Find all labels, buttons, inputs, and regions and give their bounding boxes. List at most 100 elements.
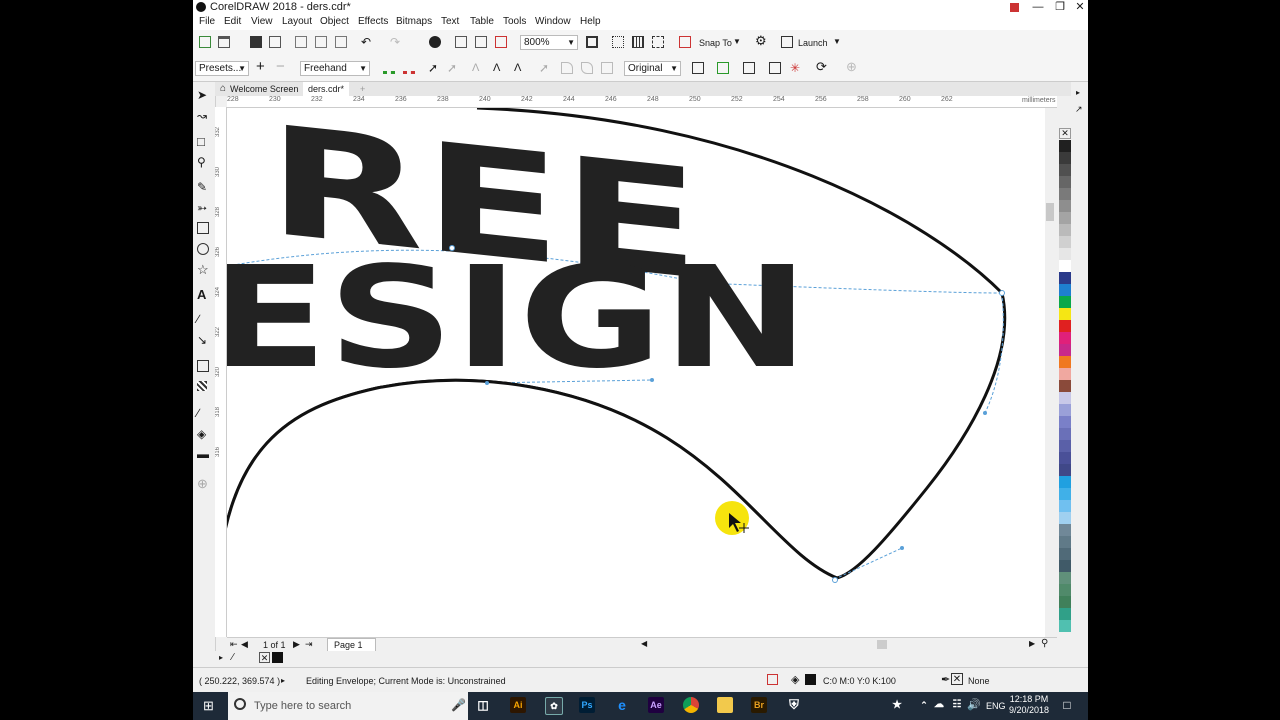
scroll-thumb[interactable] bbox=[1046, 203, 1054, 221]
color-swatch[interactable] bbox=[1059, 164, 1071, 176]
chevron-down-icon[interactable]: ▼ bbox=[833, 37, 841, 46]
color-swatch[interactable] bbox=[1059, 536, 1071, 548]
edge-icon[interactable]: e bbox=[614, 697, 630, 713]
windows-start-icon[interactable]: ⊞ bbox=[203, 699, 216, 712]
color-swatch[interactable] bbox=[1059, 440, 1071, 452]
undo-icon[interactable]: ↶ bbox=[361, 35, 373, 49]
envelope-unconstrained-icon[interactable] bbox=[601, 62, 613, 74]
color-swatch[interactable] bbox=[1059, 416, 1071, 428]
new-tab-icon[interactable]: + bbox=[355, 82, 370, 96]
first-page-icon[interactable]: ⇤ bbox=[230, 639, 238, 650]
color-swatch[interactable] bbox=[1059, 428, 1071, 440]
photoshop-icon[interactable]: Ps bbox=[579, 697, 595, 713]
color-swatch[interactable] bbox=[1059, 572, 1071, 584]
menu-file[interactable]: File bbox=[199, 16, 215, 27]
color-swatch[interactable] bbox=[1059, 356, 1071, 368]
color-swatch[interactable] bbox=[1059, 212, 1071, 224]
bridge-icon[interactable]: Br bbox=[751, 697, 767, 713]
color-swatch[interactable] bbox=[1059, 260, 1071, 272]
pin-icon[interactable]: ↗ bbox=[1075, 104, 1083, 115]
envelope-double-arc-icon[interactable] bbox=[581, 62, 593, 74]
horizontal-scroll-thumb[interactable] bbox=[877, 640, 887, 649]
color-swatch[interactable] bbox=[1059, 476, 1071, 488]
color-swatch[interactable] bbox=[1059, 512, 1071, 524]
artwork-text-bottom[interactable]: ESIGN bbox=[227, 237, 809, 400]
smart-fill-icon[interactable]: ▬ bbox=[197, 447, 211, 461]
polygon-tool-icon[interactable]: ☆ bbox=[197, 262, 211, 277]
pick-tool-icon[interactable]: ➤ bbox=[197, 88, 211, 102]
prev-page-icon[interactable]: ◀ bbox=[241, 639, 248, 650]
tab-welcome-screen[interactable]: Welcome Screen bbox=[225, 82, 303, 96]
show-grid-icon[interactable] bbox=[632, 36, 644, 48]
menu-bitmaps[interactable]: Bitmaps bbox=[396, 16, 432, 27]
scroll-left-icon[interactable]: ◀ bbox=[641, 639, 647, 648]
export-icon[interactable] bbox=[475, 36, 487, 48]
menu-effects[interactable]: Effects bbox=[358, 16, 388, 27]
interactive-fill-icon[interactable]: ◈ bbox=[197, 427, 211, 441]
color-swatch[interactable] bbox=[1059, 344, 1071, 356]
color-swatch[interactable] bbox=[1059, 188, 1071, 200]
people-icon[interactable]: ★ bbox=[889, 697, 905, 713]
menu-object[interactable]: Object bbox=[320, 16, 349, 27]
last-page-icon[interactable]: ⇥ bbox=[305, 639, 313, 650]
text-tool-icon[interactable]: A bbox=[197, 287, 211, 302]
add-icon[interactable]: ⊕ bbox=[846, 60, 858, 73]
outline-pen-icon[interactable]: ✒ bbox=[941, 673, 950, 686]
show-guidelines-icon[interactable] bbox=[652, 36, 664, 48]
color-swatch[interactable] bbox=[1059, 596, 1071, 608]
zoom-navigator-icon[interactable]: ⚲ bbox=[1041, 638, 1048, 649]
copy-envelope-icon[interactable] bbox=[769, 62, 781, 74]
clear-envelope-icon[interactable]: ✳ bbox=[790, 62, 802, 74]
menu-edit[interactable]: Edit bbox=[224, 16, 241, 27]
eyedropper-icon[interactable]: ∕ bbox=[232, 652, 234, 663]
control-handle[interactable] bbox=[650, 378, 654, 382]
control-handle[interactable] bbox=[900, 546, 904, 550]
import-icon[interactable] bbox=[455, 36, 467, 48]
vertical-scrollbar[interactable] bbox=[1045, 108, 1055, 637]
security-shield-icon[interactable]: ⛨ bbox=[786, 697, 802, 713]
options-gear-icon[interactable]: ⚙ bbox=[755, 34, 767, 47]
scroll-right-icon[interactable]: ▶ bbox=[1029, 639, 1035, 648]
zoom-level-dropdown[interactable]: 800% ▼ bbox=[520, 35, 578, 50]
snap-to-icon[interactable] bbox=[679, 36, 691, 48]
notifications-icon[interactable]: □ bbox=[1059, 697, 1075, 713]
volume-icon[interactable]: 🔊 bbox=[966, 697, 982, 713]
ellipse-tool-icon[interactable] bbox=[197, 243, 209, 255]
drawing-canvas[interactable]: REE ESIGN bbox=[227, 108, 1051, 637]
chevron-right-icon[interactable]: ▸ bbox=[219, 653, 223, 662]
to-line-icon[interactable]: ➚ bbox=[428, 62, 440, 74]
print-icon[interactable] bbox=[269, 36, 281, 48]
color-swatch[interactable] bbox=[1059, 392, 1071, 404]
zoom-tool-icon[interactable]: ⚲ bbox=[197, 155, 211, 169]
eyedropper-tool-icon[interactable]: ∕ bbox=[197, 406, 211, 420]
color-swatch[interactable] bbox=[1059, 284, 1071, 296]
black-swatch[interactable] bbox=[272, 652, 283, 663]
new-document-icon[interactable] bbox=[199, 36, 211, 48]
redo-icon[interactable]: ↷ bbox=[390, 35, 402, 49]
chevron-up-icon[interactable]: ⌃ bbox=[916, 697, 932, 713]
search-content-icon[interactable] bbox=[429, 36, 441, 48]
color-swatch[interactable] bbox=[1059, 308, 1071, 320]
envelope-single-arc-icon[interactable] bbox=[561, 62, 573, 74]
fill-color-swatch[interactable] bbox=[805, 674, 816, 685]
chrome-icon[interactable] bbox=[683, 697, 699, 713]
launch-label[interactable]: Launch bbox=[798, 38, 828, 48]
show-rulers-icon[interactable] bbox=[612, 36, 624, 48]
control-handle[interactable] bbox=[485, 381, 489, 385]
illustrator-icon[interactable]: Ai bbox=[510, 697, 526, 713]
convert-to-curves-icon[interactable]: ⟳ bbox=[816, 60, 828, 73]
menu-tools[interactable]: Tools bbox=[503, 16, 526, 27]
remove-preset-icon[interactable]: − bbox=[276, 59, 288, 74]
color-swatch[interactable] bbox=[1059, 620, 1071, 632]
color-swatch[interactable] bbox=[1059, 152, 1071, 164]
color-swatch[interactable] bbox=[1059, 380, 1071, 392]
color-swatch[interactable] bbox=[1059, 332, 1071, 344]
color-swatch[interactable] bbox=[1059, 488, 1071, 500]
mapping-mode-dropdown[interactable]: Original ▼ bbox=[624, 61, 681, 76]
color-swatch[interactable] bbox=[1059, 500, 1071, 512]
keep-lines-icon[interactable] bbox=[692, 62, 704, 74]
envelope-node[interactable] bbox=[999, 290, 1005, 296]
color-swatch[interactable] bbox=[1059, 200, 1071, 212]
smooth-node-icon[interactable]: Λ bbox=[493, 62, 505, 74]
color-swatch[interactable] bbox=[1059, 296, 1071, 308]
